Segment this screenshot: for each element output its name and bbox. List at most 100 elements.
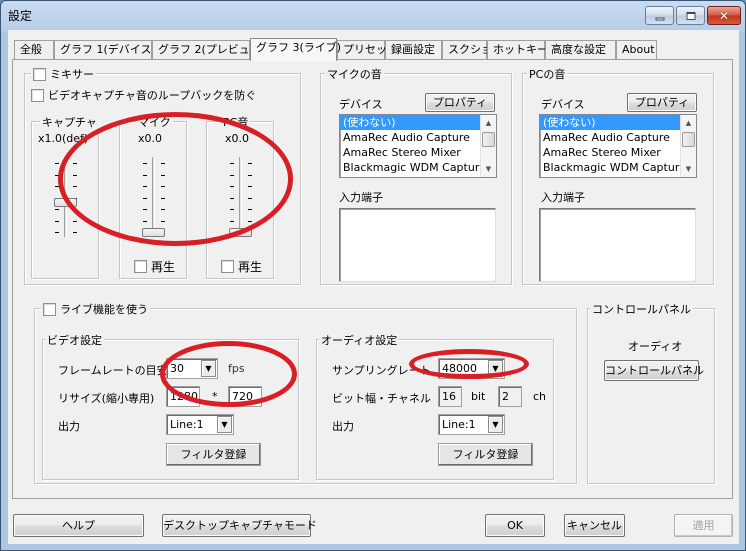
slider-tick bbox=[230, 174, 234, 176]
slider-tick bbox=[143, 220, 147, 222]
chevron-down-icon[interactable]: ▼ bbox=[488, 360, 503, 377]
slider-tick bbox=[73, 232, 77, 233]
slider-thumb[interactable] bbox=[142, 228, 165, 237]
resize-height-input[interactable]: 720 bbox=[228, 386, 262, 407]
cancel-button[interactable]: キャンセル bbox=[564, 514, 625, 537]
mic-device-list[interactable]: (使わない) AmaRec Audio Capture AmaRec Stereo … bbox=[339, 114, 497, 178]
apply-button[interactable]: 適用 bbox=[674, 514, 733, 537]
title-bar[interactable]: 設定 ✕ bbox=[1, 1, 745, 29]
tab-graph3-live[interactable]: グラフ 3(ライブ) bbox=[250, 38, 341, 61]
samplerate-select[interactable]: 48000 ▼ bbox=[438, 358, 505, 379]
device-list-item[interactable]: Blackmagic WDM Captur bbox=[340, 160, 496, 175]
slider-tick bbox=[55, 163, 59, 164]
help-button[interactable]: ヘルプ bbox=[13, 514, 144, 537]
pc-device-list[interactable]: (使わない) AmaRec Audio Capture AmaRec Stereo … bbox=[539, 114, 697, 178]
live-label: ライブ機能を使う bbox=[60, 303, 148, 316]
loopback-option[interactable]: ビデオキャプチャ音のループバックを防ぐ bbox=[31, 87, 256, 103]
scroll-thumb[interactable] bbox=[682, 132, 695, 147]
desktop-capture-mode-button[interactable]: デスクトップキャプチャモード bbox=[162, 514, 317, 537]
pc-volume-value: x0.0 bbox=[225, 132, 250, 145]
list-scrollbar[interactable]: ▲ ▼ bbox=[680, 115, 696, 177]
pc-volume-slider[interactable] bbox=[210, 157, 270, 241]
device-list-item[interactable]: AmaRec Stereo Mixer bbox=[540, 145, 696, 160]
slider-tick bbox=[143, 186, 147, 187]
tab-general[interactable]: 全般 bbox=[14, 40, 54, 60]
pc-properties-button[interactable]: プロパティ bbox=[627, 93, 697, 112]
tab-graph1-device[interactable]: グラフ 1(デバイス) bbox=[54, 40, 156, 60]
device-list-item[interactable]: AmaRec Audio Capture bbox=[340, 130, 496, 145]
slider-tick bbox=[73, 220, 77, 222]
device-list-item[interactable]: Blackmagic WDM Captur bbox=[540, 160, 696, 175]
minimize-button[interactable] bbox=[645, 6, 674, 25]
device-list-item[interactable]: (使わない) bbox=[540, 115, 680, 130]
scroll-thumb[interactable] bbox=[482, 132, 495, 147]
control-panel-button[interactable]: コントロールパネル bbox=[604, 360, 704, 381]
loopback-checkbox[interactable] bbox=[31, 88, 44, 102]
pc-device-label: デバイス bbox=[541, 98, 585, 111]
slider-thumb[interactable] bbox=[229, 228, 252, 237]
tab-hotkey[interactable]: ホットキー bbox=[487, 40, 548, 60]
capture-volume-slider[interactable] bbox=[35, 157, 95, 241]
pc-input-list[interactable] bbox=[539, 208, 696, 282]
bitdepth-label: ビット幅・チャネル bbox=[332, 392, 431, 405]
tab-panel-live: ミキサー ビデオキャプチャ音のループバックを防ぐ キャプチャ x1.0(def)… bbox=[12, 59, 733, 499]
tab-graph2-preview[interactable]: グラフ 2(プレビュー) bbox=[152, 40, 265, 60]
mic-channel: マイク x0.0 再生 bbox=[119, 114, 187, 279]
framerate-select[interactable]: 30 ▼ bbox=[166, 358, 218, 379]
mic-properties-button[interactable]: プロパティ bbox=[425, 93, 495, 112]
framerate-label: フレームレートの目安 bbox=[58, 364, 168, 377]
tab-preset[interactable]: プリセット bbox=[337, 40, 398, 60]
scroll-up-icon[interactable]: ▲ bbox=[481, 116, 496, 130]
mic-channel-label: マイク bbox=[136, 114, 173, 130]
slider-tick bbox=[248, 197, 252, 199]
slider-track[interactable] bbox=[152, 157, 155, 237]
live-enable[interactable]: ライブ機能を使う bbox=[41, 301, 150, 317]
mic-play-checkbox[interactable] bbox=[134, 260, 147, 273]
mic-input-list[interactable] bbox=[339, 208, 496, 282]
slider-tick bbox=[161, 163, 165, 164]
video-output-select[interactable]: Line:1 ▼ bbox=[166, 414, 234, 435]
video-settings-group: ビデオ設定 フレームレートの目安 30 ▼ fps リサイズ(縮小専用) 128… bbox=[42, 332, 299, 480]
capture-volume-value: x1.0(def) bbox=[38, 132, 89, 145]
scroll-down-icon[interactable]: ▼ bbox=[681, 162, 696, 176]
chevron-down-icon[interactable]: ▼ bbox=[201, 360, 216, 377]
slider-tick bbox=[248, 186, 252, 187]
tab-advanced[interactable]: 高度な設定 bbox=[545, 40, 616, 60]
close-button[interactable]: ✕ bbox=[707, 6, 741, 25]
device-list-item[interactable]: AmaRec Stereo Mixer bbox=[340, 145, 496, 160]
slider-thumb[interactable] bbox=[54, 198, 77, 208]
scroll-down-icon[interactable]: ▼ bbox=[481, 162, 496, 176]
mic-audio-group: マイクの音 デバイス プロパティ (使わない) AmaRec Audio Capt… bbox=[320, 66, 512, 285]
slider-track[interactable] bbox=[239, 157, 242, 237]
audio-output-select[interactable]: Line:1 ▼ bbox=[438, 414, 505, 435]
chevron-down-icon[interactable]: ▼ bbox=[217, 416, 232, 433]
mixer-enable[interactable]: ミキサー bbox=[31, 66, 96, 82]
mic-play-option[interactable]: 再生 bbox=[134, 258, 175, 275]
capture-channel: キャプチャ x1.0(def) bbox=[31, 114, 99, 279]
tab-about[interactable]: About bbox=[616, 40, 657, 60]
channels-input[interactable]: 2 bbox=[498, 386, 522, 407]
audio-filter-button[interactable]: フィルタ登録 bbox=[438, 443, 533, 466]
slider-track[interactable] bbox=[64, 157, 67, 237]
ok-button[interactable]: OK bbox=[485, 514, 545, 537]
scroll-up-icon[interactable]: ▲ bbox=[681, 116, 696, 130]
mic-volume-slider[interactable] bbox=[123, 157, 183, 241]
slider-tick bbox=[143, 197, 147, 199]
mixer-checkbox[interactable] bbox=[33, 67, 46, 81]
maximize-icon bbox=[686, 11, 695, 20]
video-filter-button[interactable]: フィルタ登録 bbox=[166, 443, 261, 466]
pc-play-option[interactable]: 再生 bbox=[221, 258, 262, 275]
live-checkbox[interactable] bbox=[43, 302, 56, 316]
list-scrollbar[interactable]: ▲ ▼ bbox=[480, 115, 496, 177]
slider-tick bbox=[55, 174, 59, 176]
tab-screenshot[interactable]: スクショ bbox=[442, 40, 492, 60]
slider-tick bbox=[230, 209, 234, 210]
chevron-down-icon[interactable]: ▼ bbox=[488, 416, 503, 433]
bitdepth-input[interactable]: 16 bbox=[438, 386, 462, 407]
device-list-item[interactable]: (使わない) bbox=[340, 115, 480, 130]
tab-recording[interactable]: 録画設定 bbox=[385, 40, 442, 60]
resize-width-input[interactable]: 1280 bbox=[166, 386, 200, 407]
maximize-button[interactable] bbox=[676, 6, 705, 25]
pc-play-checkbox[interactable] bbox=[221, 260, 234, 273]
device-list-item[interactable]: AmaRec Audio Capture bbox=[540, 130, 696, 145]
